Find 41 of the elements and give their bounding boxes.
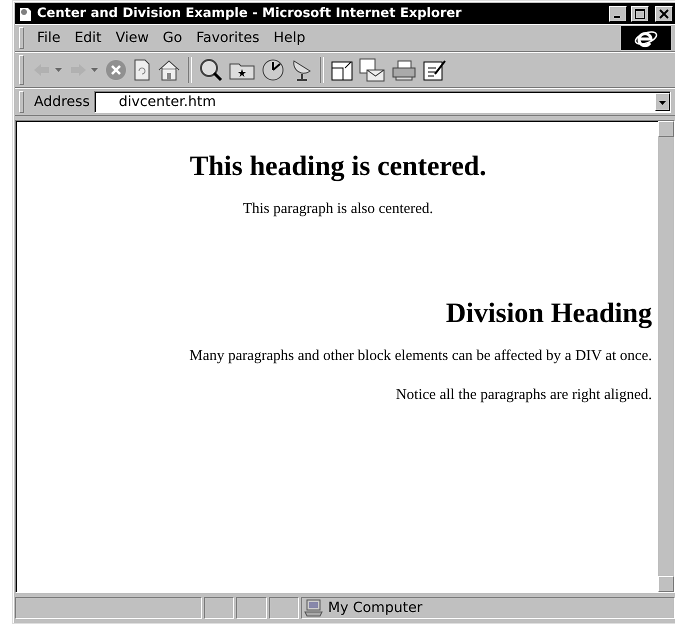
menu-item[interactable]: Favorites: [189, 28, 266, 48]
page-paragraph: Many paragraphs and other block elements can be affected by a DIV at once.: [188, 348, 652, 365]
address-label: Address: [33, 94, 91, 110]
maximize-button[interactable]: [631, 6, 649, 22]
page-heading: This heading is centered.: [188, 151, 488, 183]
minimize-icon: [614, 16, 620, 18]
home-icon: [157, 59, 181, 81]
page-paragraph: This paragraph is also centered.: [242, 201, 434, 218]
clock-icon: [261, 58, 285, 82]
status-pane: [268, 597, 300, 619]
scrollbar[interactable]: [658, 121, 674, 592]
satellite-dish-icon: [291, 58, 313, 82]
refresh-icon: [133, 59, 151, 81]
page-heading: Division Heading: [444, 298, 652, 330]
back-arrow-icon: [33, 63, 63, 77]
menu-item[interactable]: Help: [266, 28, 312, 48]
app-icon: [17, 6, 33, 22]
search-icon: [199, 58, 223, 82]
status-pane: [236, 597, 267, 619]
close-button[interactable]: [655, 6, 673, 22]
printer-icon: [391, 59, 417, 81]
window-title: Center and Division Example - Microsoft Internet Explorer: [37, 6, 463, 21]
stop-icon: [105, 59, 127, 81]
address-field[interactable]: divcenter.htm: [94, 91, 671, 113]
status-pane: [204, 597, 234, 619]
edit-document-icon: [423, 59, 447, 81]
close-icon: [659, 8, 669, 18]
menu-item[interactable]: View: [108, 28, 156, 48]
window-icon: [331, 59, 353, 81]
zone-label: My Computer: [328, 600, 422, 616]
computer-icon: [304, 599, 324, 617]
minimize-button[interactable]: [609, 6, 627, 22]
menu-item[interactable]: Go: [156, 28, 190, 48]
mail-icon: [359, 58, 385, 82]
forward-arrow-icon: [69, 63, 99, 77]
maximize-icon: [635, 8, 645, 18]
page-paragraph: Notice all the paragraphs are right aligned.: [394, 387, 652, 404]
menu-item[interactable]: File: [30, 28, 68, 48]
dropdown-button[interactable]: [655, 93, 670, 111]
caret-icon: [659, 100, 666, 104]
menu-item[interactable]: Edit: [67, 28, 109, 48]
